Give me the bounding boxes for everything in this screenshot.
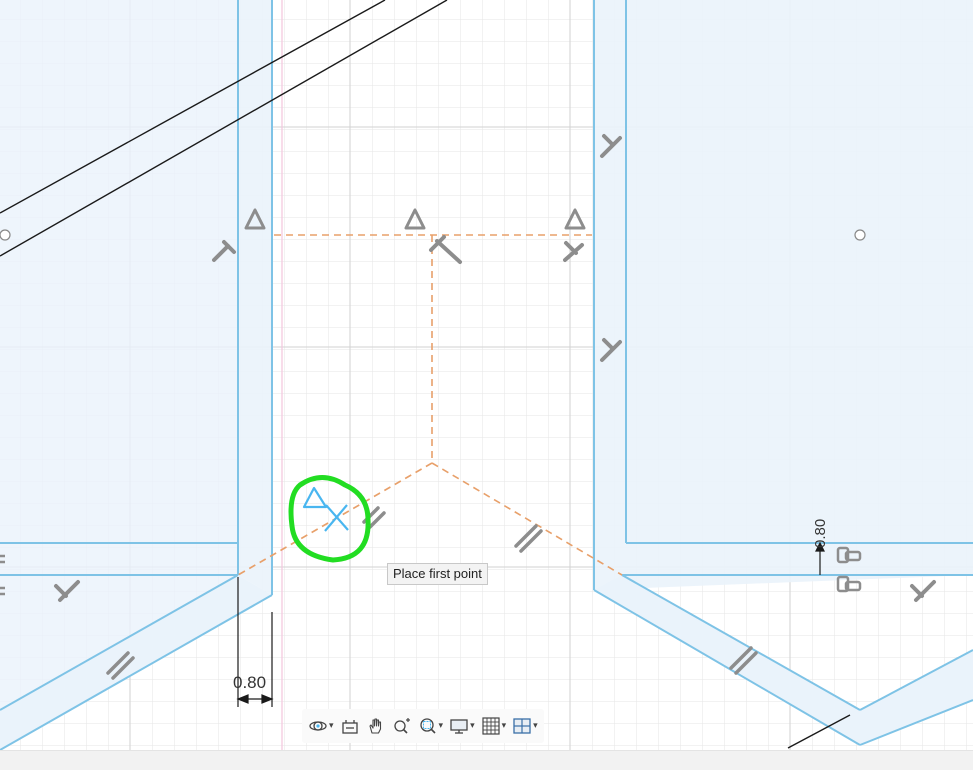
chevron-down-icon[interactable]: ▾ bbox=[502, 721, 507, 731]
fit-button[interactable]: ▾ bbox=[416, 712, 446, 740]
sketch-canvas[interactable]: 0.80 0.80 Place first point bbox=[0, 0, 973, 769]
navigation-toolbar: ▾ ▾ ▾ ▾ ▾ bbox=[302, 709, 544, 743]
look-at-icon bbox=[341, 720, 358, 734]
chevron-down-icon[interactable]: ▾ bbox=[439, 721, 444, 731]
sketch-point bbox=[0, 229, 11, 241]
sketch-drawing[interactable] bbox=[0, 0, 973, 769]
dimension-horizontal-label[interactable]: 0.80 bbox=[233, 673, 266, 693]
grid-snaps-icon bbox=[481, 717, 500, 735]
dimension-vertical-label[interactable]: 0.80 bbox=[812, 519, 829, 548]
cursor-tooltip: Place first point bbox=[387, 563, 488, 585]
chevron-down-icon[interactable]: ▾ bbox=[533, 721, 538, 731]
orbit-icon bbox=[309, 721, 327, 731]
pan-button[interactable] bbox=[364, 712, 388, 740]
orbit-button[interactable]: ▾ bbox=[306, 712, 336, 740]
zoom-button[interactable] bbox=[390, 712, 414, 740]
look-at-button[interactable] bbox=[338, 712, 362, 740]
fit-icon bbox=[419, 718, 436, 734]
sketch-point bbox=[854, 229, 866, 241]
status-bar bbox=[0, 750, 973, 770]
chevron-down-icon[interactable]: ▾ bbox=[329, 721, 334, 731]
pan-icon bbox=[368, 718, 381, 734]
display-settings-button[interactable]: ▾ bbox=[447, 712, 477, 740]
chevron-down-icon[interactable]: ▾ bbox=[470, 721, 475, 731]
display-settings-icon bbox=[450, 719, 468, 734]
viewports-icon bbox=[513, 718, 531, 734]
grid-snaps-button[interactable]: ▾ bbox=[479, 712, 509, 740]
zoom-icon bbox=[393, 718, 410, 734]
viewports-button[interactable]: ▾ bbox=[510, 712, 540, 740]
